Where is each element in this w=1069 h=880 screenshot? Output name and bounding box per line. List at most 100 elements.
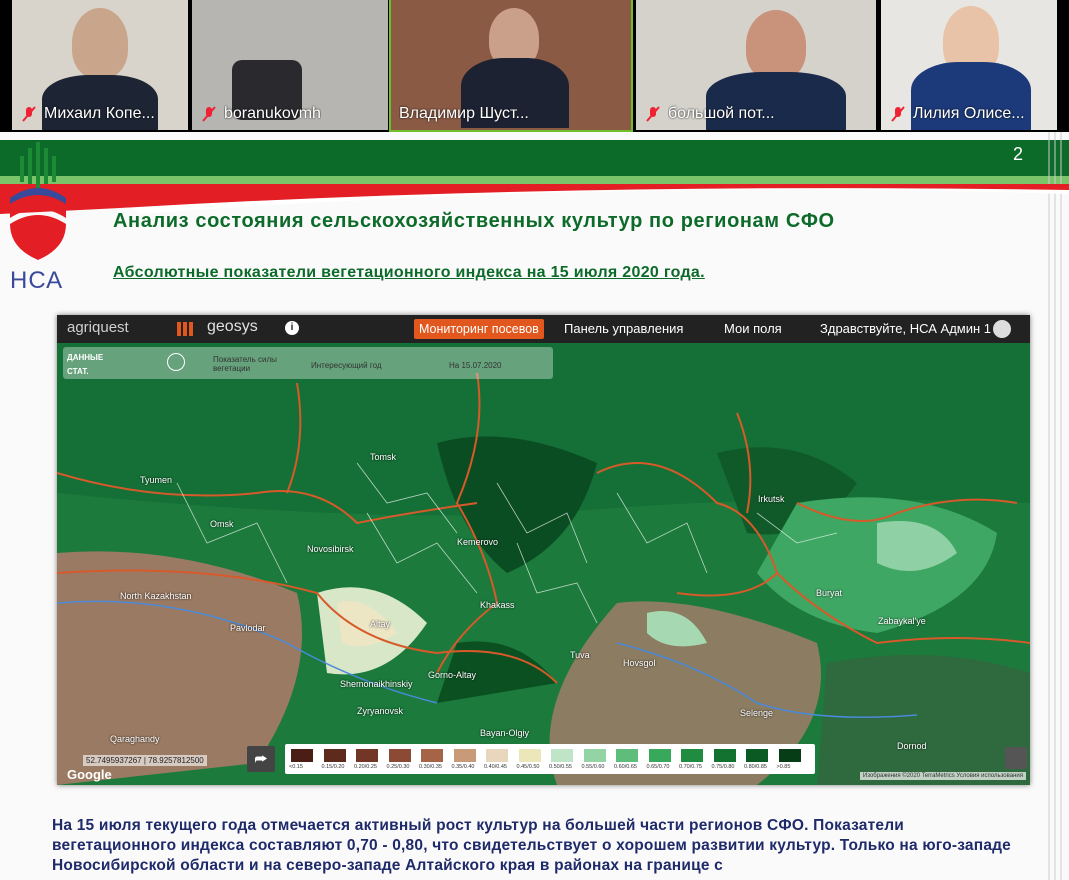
legend-label: 0.55/0.60: [581, 764, 605, 770]
participant-face: [72, 8, 128, 78]
legend-label: 0.25/0.30: [386, 764, 410, 770]
map-label: Hovsgol: [623, 658, 656, 668]
legend-label: 0.45/0.50: [516, 764, 540, 770]
participant-name: Лилия Олисе...: [881, 101, 1057, 127]
nsa-logo-icon: [10, 142, 66, 260]
agriquest-logo: agriquest: [67, 319, 129, 336]
participant-name: большой пот...: [636, 101, 876, 127]
map-label: Omsk: [210, 519, 234, 529]
slide-header-bar: [0, 140, 1069, 176]
participant-tile-active[interactable]: Владимир Шуст...: [389, 0, 633, 132]
participant-tile[interactable]: boranukovmh: [192, 0, 388, 130]
participant-tile[interactable]: Михаил Копе...: [12, 0, 188, 130]
map-label: Gorno-Altay: [428, 670, 477, 680]
legend-label: 0.30/0.35: [419, 764, 442, 770]
participant-name: Михаил Копе...: [12, 101, 188, 127]
participant-face: [746, 10, 806, 80]
nav-my-fields[interactable]: Мои поля: [724, 321, 782, 336]
legend-label: 0.60/0.65: [614, 764, 637, 770]
legend-label: 0.40/0.45: [484, 764, 507, 770]
legend-label: 0.35/0.40: [451, 764, 475, 770]
map-label: Altay: [370, 619, 391, 629]
slide-page-number: 2: [1012, 144, 1023, 164]
decorative-lines: [1048, 132, 1062, 880]
legend-label: 0.80/0.85: [744, 764, 767, 770]
map-label: Buryat: [816, 588, 843, 598]
legend-label: 0.65/0.70: [646, 764, 670, 770]
slide-header-stripe: [0, 176, 1069, 184]
participant-name: Владимир Шуст...: [399, 105, 529, 122]
legend-swatch: [453, 749, 476, 762]
share-button[interactable]: ⮫: [247, 746, 275, 772]
legend-label: 0.75/0.80: [711, 764, 735, 770]
map-label: Dornod: [897, 741, 927, 751]
legend-swatch: [746, 749, 768, 762]
legend-label: 0.15/0.20: [321, 764, 345, 770]
presentation-slide: 2 НСА Анализ состояния сельскохозяйствен…: [0, 132, 1069, 880]
legend-swatch: [778, 749, 801, 762]
legend-swatch: [486, 749, 508, 762]
field-vegetation-index[interactable]: Показатель силы вегетации: [213, 355, 291, 373]
map-label: North Kazakhstan: [120, 591, 192, 601]
legend-label: 0.20/0.25: [354, 764, 377, 770]
filter-panel: ДАННЫЕ СТАТ. Показатель силы вегетации И…: [63, 347, 553, 379]
legend-swatch: [681, 749, 703, 762]
geosys-logo-icon: [175, 320, 197, 338]
fullscreen-button[interactable]: [1005, 747, 1027, 769]
legend-label: 0.50/0.55: [549, 764, 572, 770]
legend-swatch: [518, 749, 541, 762]
legend-label: <0.15: [289, 764, 303, 770]
map-label: Tuva: [570, 650, 590, 660]
geosys-logo: geosys: [207, 318, 258, 335]
slide-subtitle: Абсолютные показатели вегетационного инд…: [113, 264, 705, 281]
legend-label: >0.85: [776, 764, 791, 770]
map-label: Irkutsk: [758, 494, 785, 504]
mic-muted-icon: [646, 106, 660, 122]
map-label: Shemonaikhinskiy: [340, 679, 413, 689]
map-label: Bayan-Olgiy: [480, 728, 530, 738]
map-label: Kemerovo: [457, 537, 499, 547]
google-logo: Google: [67, 767, 112, 782]
nav-user-greeting[interactable]: Здравствуйте, НСА Админ 1: [820, 321, 991, 336]
tab-stat[interactable]: СТАТ.: [67, 367, 89, 376]
map-label: Khakass: [480, 600, 515, 610]
map-label: Novosibirsk: [307, 544, 354, 554]
map-label: Zyryanovsk: [357, 706, 404, 716]
legend-swatch: [551, 749, 573, 762]
map-label: Tyumen: [140, 475, 173, 485]
participant-tile[interactable]: Лилия Олисе...: [881, 0, 1057, 130]
legend-swatch: [388, 749, 411, 762]
user-avatar-icon[interactable]: [993, 320, 1011, 338]
map-attribution[interactable]: Изображения ©2020 TerraMetrics Условия и…: [859, 772, 1026, 780]
legend-swatch: [323, 749, 346, 762]
legend-swatch: [583, 749, 606, 762]
mic-muted-icon: [22, 106, 36, 122]
legend-swatch: [713, 749, 736, 762]
mic-muted-icon: [202, 106, 216, 122]
mic-muted-icon: [891, 106, 905, 122]
legend-swatch: [356, 749, 378, 762]
nav-crop-monitoring[interactable]: Мониторинг посевов: [414, 319, 544, 339]
field-year[interactable]: Интересующий год: [311, 361, 382, 370]
map-label: Qaraghandy: [110, 734, 160, 744]
map-label: Selenge: [740, 708, 774, 718]
video-tiles-strip: Михаил Копе... boranukovmh Владимир Шуст…: [0, 0, 1069, 132]
nav-dashboard[interactable]: Панель управления: [564, 321, 683, 336]
info-icon[interactable]: i: [285, 321, 299, 335]
agriquest-map-screenshot: Tomsk Tyumen Novosibirsk Kemerovo Khakas…: [57, 315, 1030, 785]
app-header: agriquest geosys i Мониторинг посевов Па…: [57, 315, 1030, 343]
participant-name: boranukovmh: [192, 101, 388, 127]
legend-swatch: [648, 749, 671, 762]
slide-title: Анализ состояния сельскохозяйственных ку…: [113, 210, 835, 232]
slide-body-text: На 15 июля текущего года отмечается акти…: [52, 817, 1011, 874]
vegetation-map: [57, 343, 1030, 785]
legend-swatch: [421, 749, 443, 762]
tab-data[interactable]: ДАННЫЕ: [67, 353, 103, 362]
field-date[interactable]: На 15.07.2020: [449, 361, 502, 370]
coordinates-readout: 52.7495937267 | 78.9257812500: [83, 755, 207, 766]
map-label: Pavlodar: [230, 623, 266, 633]
map-label: Zabaykal'ye: [878, 616, 926, 626]
legend-label: 0.70/0.75: [679, 764, 702, 770]
participant-tile[interactable]: большой пот...: [636, 0, 876, 130]
leaf-icon[interactable]: [167, 353, 185, 371]
